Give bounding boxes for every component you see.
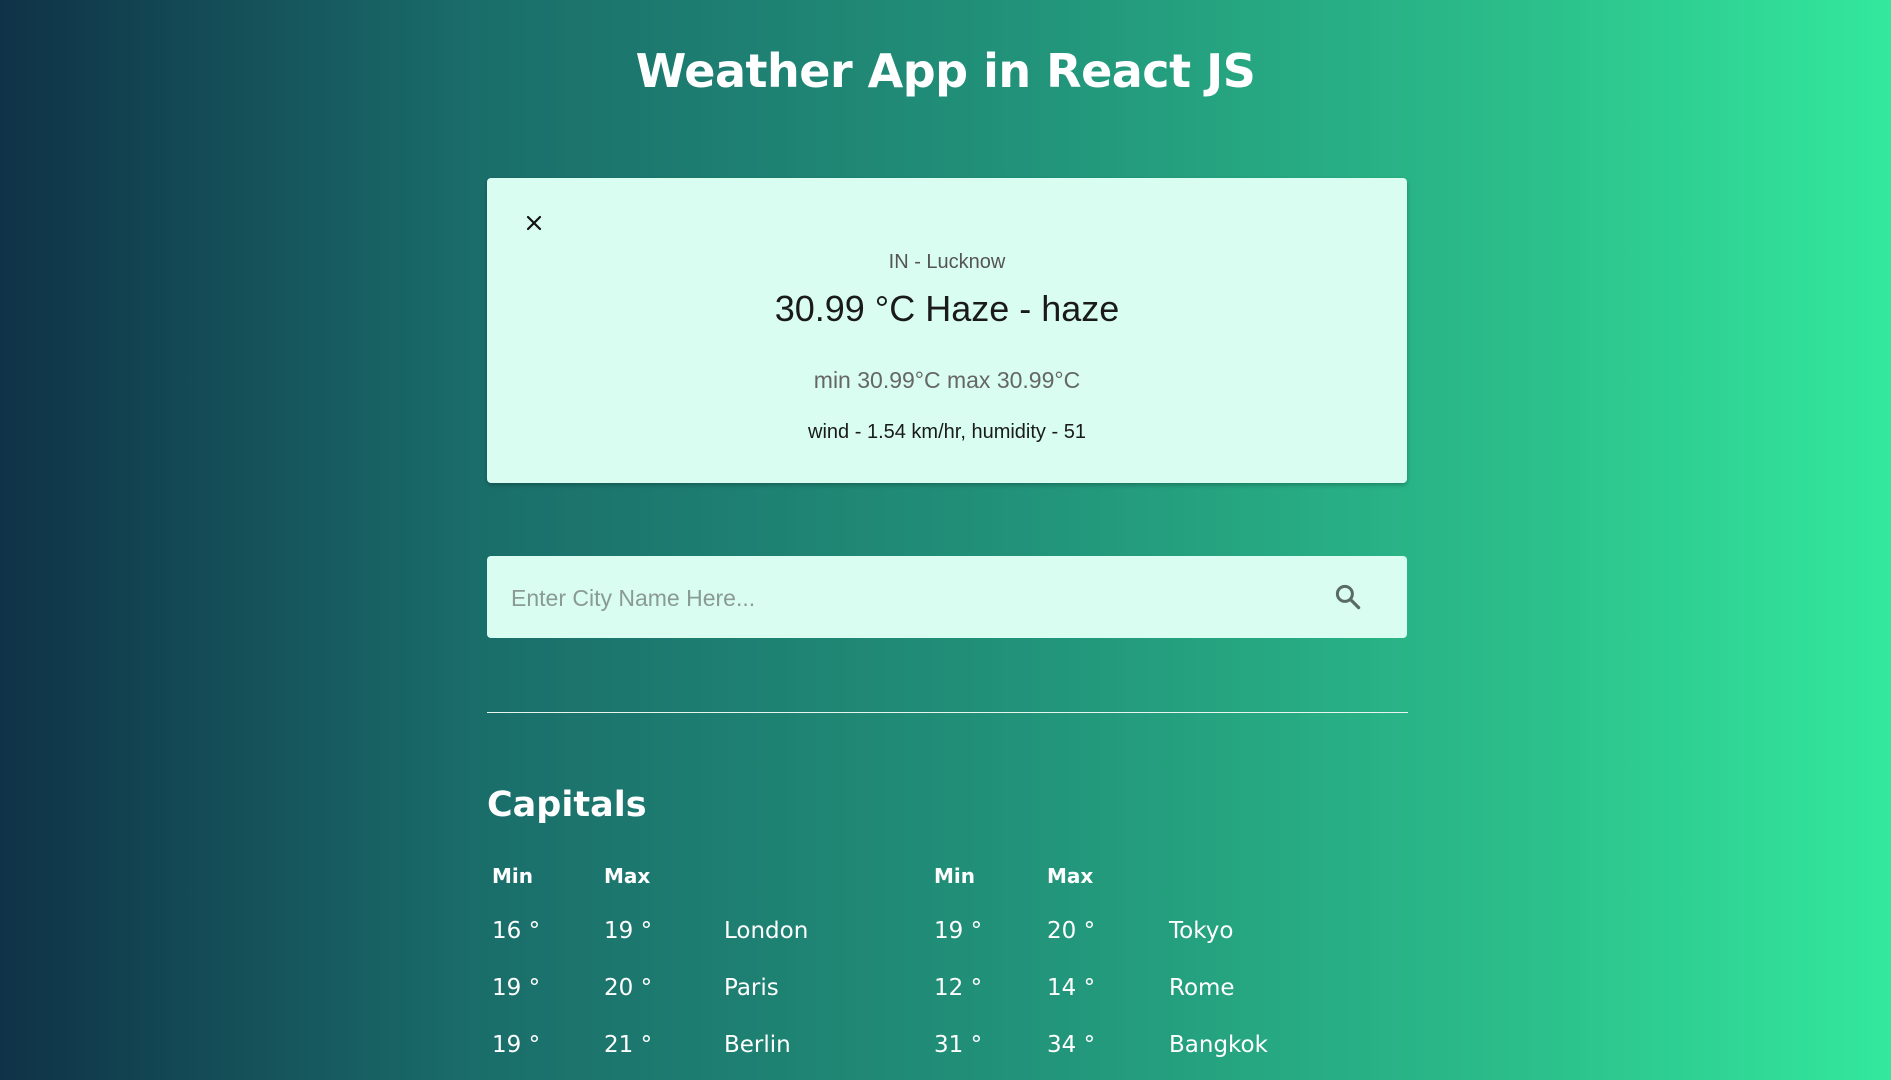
search-input[interactable] (509, 556, 1293, 640)
search-icon (1335, 584, 1361, 610)
search-button[interactable] (1327, 576, 1369, 618)
location-label: IN - Lucknow (888, 251, 1006, 273)
weather-card: IN - Lucknow 30.99 °C Haze - haze min 30… (487, 178, 1407, 483)
search-box (487, 556, 1407, 640)
capital-max: 20 ° (1047, 918, 1096, 944)
left-min-header: Min (492, 864, 533, 888)
capital-city: Paris (724, 975, 779, 1001)
left-max-header: Max (604, 864, 651, 888)
close-button[interactable] (521, 210, 547, 236)
right-min-header: Min (934, 864, 975, 888)
capital-min: 31 ° (934, 1032, 983, 1058)
capital-max: 20 ° (604, 975, 653, 1001)
min-max-temperature: min 30.99°C max 30.99°C (813, 367, 1081, 393)
capital-max: 21 ° (604, 1032, 653, 1058)
temperature-description: 30.99 °C Haze - haze (774, 288, 1120, 329)
right-max-header: Max (1047, 864, 1094, 888)
page-title: Weather App in React JS (635, 44, 1256, 98)
wind-humidity: wind - 1.54 km/hr, humidity - 51 (808, 421, 1086, 443)
capital-min: 19 ° (492, 1032, 541, 1058)
capital-min: 19 ° (934, 918, 983, 944)
capital-city: London (724, 918, 809, 944)
capital-max: 19 ° (604, 918, 653, 944)
capitals-heading: Capitals (487, 785, 647, 825)
capital-city: Tokyo (1169, 918, 1234, 944)
close-icon (526, 215, 542, 231)
capital-max: 14 ° (1047, 975, 1096, 1001)
capital-city: Berlin (724, 1032, 791, 1058)
capital-city: Bangkok (1169, 1032, 1268, 1058)
capital-min: 16 ° (492, 918, 541, 944)
capital-max: 34 ° (1047, 1032, 1096, 1058)
capital-min: 19 ° (492, 975, 541, 1001)
capital-min: 12 ° (934, 975, 983, 1001)
capital-city: Rome (1169, 975, 1235, 1001)
divider (487, 712, 1408, 713)
